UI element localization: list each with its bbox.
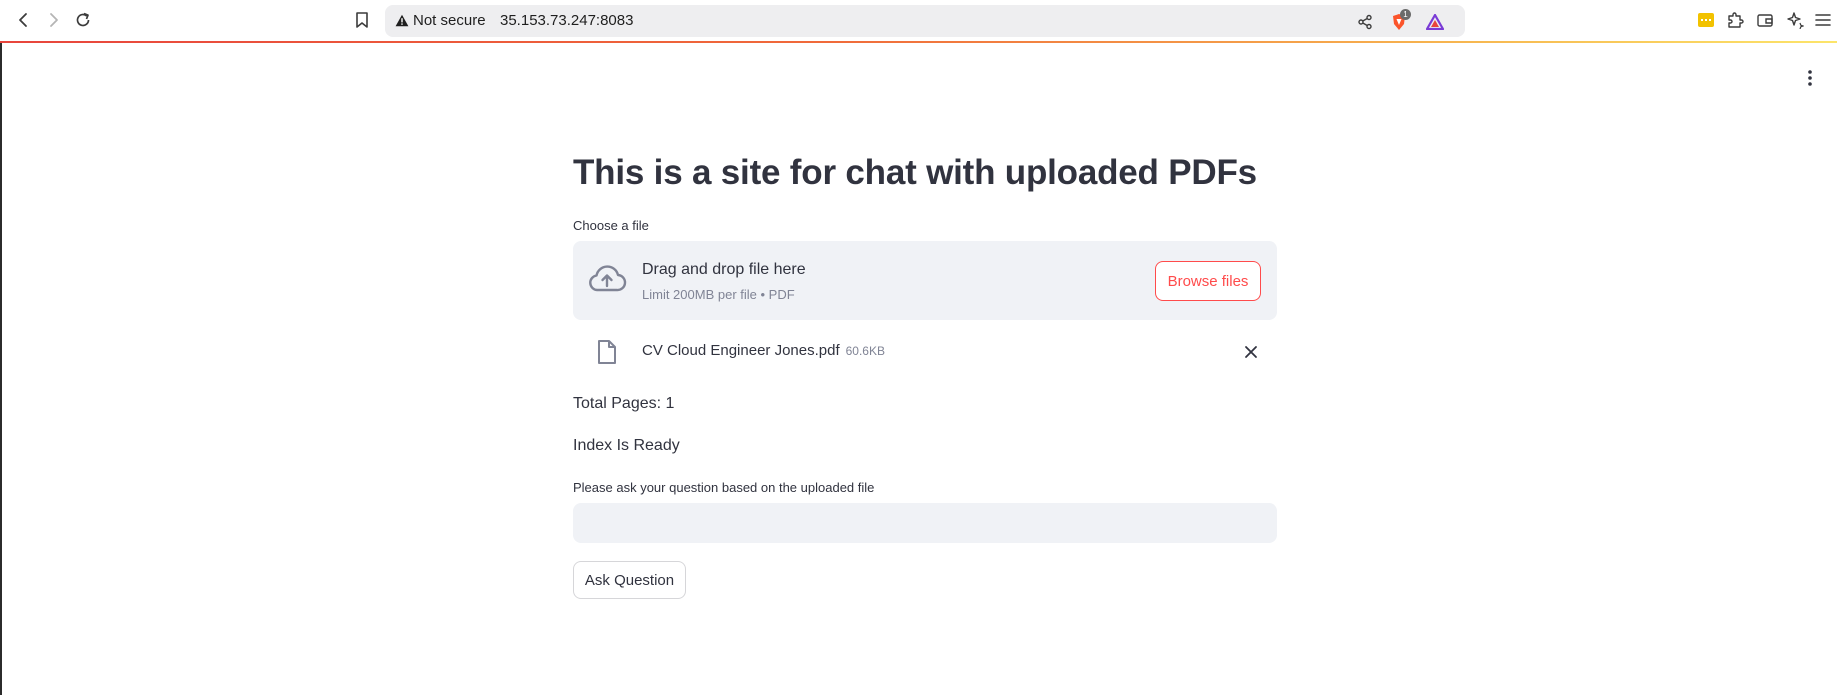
dropzone-title: Drag and drop file here xyxy=(642,261,806,278)
question-input[interactable] xyxy=(573,503,1277,543)
address-bar[interactable]: Not secure 35.153.73.247:8083 1 xyxy=(385,5,1465,37)
extension-yellow-icon[interactable] xyxy=(1696,10,1716,30)
uploaded-file-name: CV Cloud Engineer Jones.pdf xyxy=(642,342,840,359)
uploader-label: Choose a file xyxy=(573,218,649,233)
forward-icon[interactable] xyxy=(42,9,64,31)
ask-question-button[interactable]: Ask Question xyxy=(573,561,686,599)
wallet-icon[interactable] xyxy=(1755,10,1775,30)
reload-icon[interactable] xyxy=(72,9,94,31)
page-load-accent-bar xyxy=(0,41,1837,43)
more-options-icon[interactable] xyxy=(1800,68,1820,88)
extensions-puzzle-icon[interactable] xyxy=(1725,10,1745,30)
brave-shields-icon[interactable]: 1 xyxy=(1389,9,1411,32)
security-label[interactable]: Not secure xyxy=(413,12,486,29)
browser-toolbar: Not secure 35.153.73.247:8083 1 xyxy=(0,0,1837,42)
leo-ai-icon[interactable] xyxy=(1785,10,1805,30)
file-dropzone[interactable]: Drag and drop file here Limit 200MB per … xyxy=(573,241,1277,320)
index-status-text: Index Is Ready xyxy=(573,437,680,454)
remove-file-icon[interactable] xyxy=(1241,342,1261,362)
dropzone-limit: Limit 200MB per file • PDF xyxy=(642,287,795,302)
hamburger-menu-icon[interactable] xyxy=(1813,10,1833,30)
question-label: Please ask your question based on the up… xyxy=(573,480,875,495)
bookmark-icon[interactable] xyxy=(351,9,373,31)
warning-icon[interactable] xyxy=(395,14,409,32)
uploaded-file-size: 60.6KB xyxy=(845,344,885,358)
shields-count-badge: 1 xyxy=(1400,9,1411,20)
browse-files-button[interactable]: Browse files xyxy=(1155,261,1261,301)
uploaded-file-row: CV Cloud Engineer Jones.pdf 60.6KB xyxy=(573,333,1277,371)
window-edge xyxy=(0,0,2,695)
share-icon[interactable] xyxy=(1355,12,1375,32)
brave-rewards-icon[interactable] xyxy=(1425,12,1445,32)
total-pages-text: Total Pages: 1 xyxy=(573,395,675,412)
page-title: This is a site for chat with uploaded PD… xyxy=(573,153,1257,192)
file-icon xyxy=(597,339,617,370)
url-text[interactable]: 35.153.73.247:8083 xyxy=(500,12,633,29)
uploaded-file-info: CV Cloud Engineer Jones.pdf 60.6KB xyxy=(642,342,885,359)
cloud-upload-icon xyxy=(587,264,627,299)
back-icon[interactable] xyxy=(13,9,35,31)
